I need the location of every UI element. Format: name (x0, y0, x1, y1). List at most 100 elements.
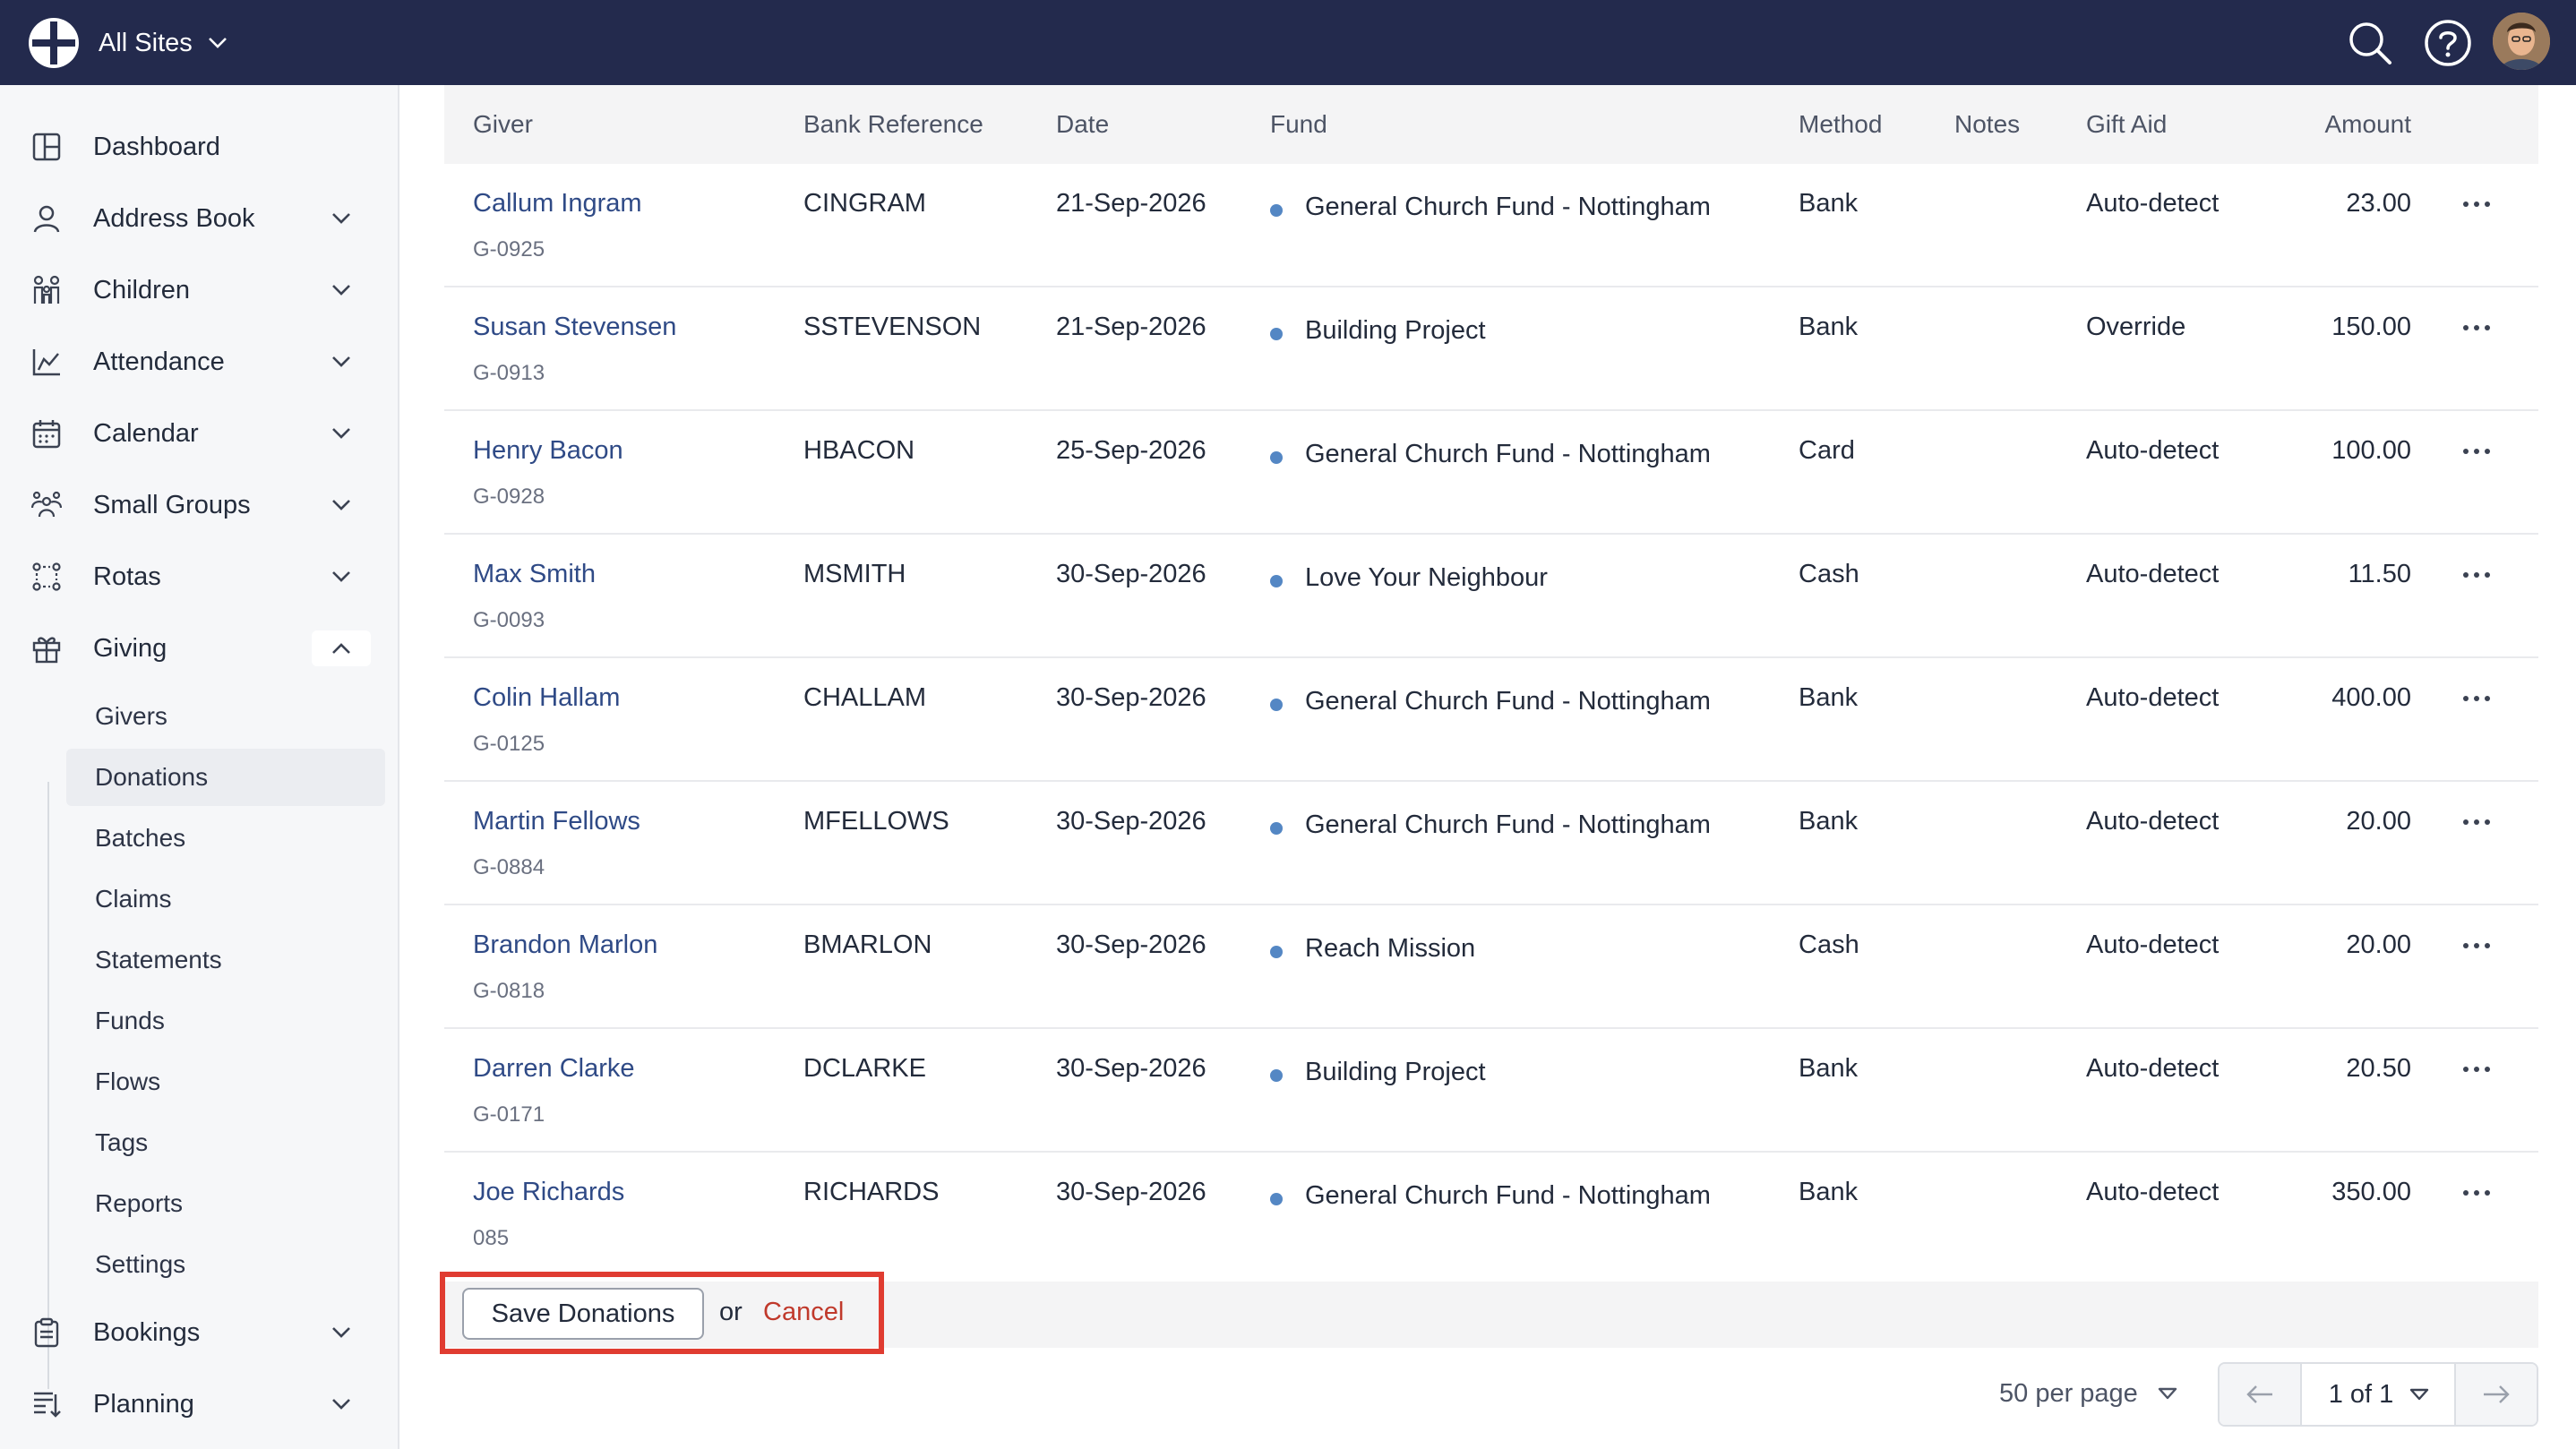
prev-page-button[interactable] (2220, 1364, 2302, 1425)
payment-method: Card (1799, 436, 1855, 465)
help-icon[interactable] (2423, 18, 2473, 68)
caret-down-icon (2410, 1388, 2429, 1401)
giver-name-link[interactable]: Colin Hallam (473, 683, 620, 713)
sidebar-item-claims[interactable]: Claims (66, 870, 385, 928)
payment-method: Bank (1799, 807, 1859, 836)
nav-planning[interactable]: Planning (0, 1373, 399, 1436)
header-amount[interactable]: Amount (2325, 85, 2412, 164)
donation-amount: 23.00 (2346, 189, 2411, 218)
site-switcher[interactable]: All Sites (99, 18, 228, 68)
header-method[interactable]: Method (1799, 85, 1882, 164)
giver-name-link[interactable]: Joe Richards (473, 1178, 624, 1207)
giver-id: 085 (473, 1226, 510, 1250)
more-options-icon[interactable] (2456, 1056, 2497, 1083)
chevron-up-icon[interactable] (312, 630, 371, 666)
submenu-guide-line (47, 782, 49, 1389)
fund-color-dot (1270, 204, 1283, 217)
giver-name-link[interactable]: Henry Bacon (473, 436, 623, 466)
chevron-down-icon[interactable] (312, 201, 371, 236)
nav-giving[interactable]: Giving (0, 617, 399, 680)
gift-aid-status: Auto-detect (2086, 560, 2220, 588)
giver-name-link[interactable]: Darren Clarke (473, 1054, 635, 1084)
more-options-icon[interactable] (2456, 809, 2497, 836)
nav-bookings[interactable]: Bookings (0, 1301, 399, 1364)
sidebar-item-statements[interactable]: Statements (66, 931, 385, 989)
header-bank-reference[interactable]: Bank Reference (803, 85, 983, 164)
header-giver[interactable]: Giver (473, 85, 533, 164)
giver-name-link[interactable]: Brandon Marlon (473, 930, 657, 960)
nav-children[interactable]: Children (0, 259, 399, 322)
logo-icon[interactable] (27, 16, 81, 70)
clipboard-icon (29, 1315, 64, 1350)
fund-color-dot (1270, 822, 1283, 835)
nav-small-groups[interactable]: Small Groups (0, 474, 399, 536)
fund-name: General Church Fund - Nottingham (1305, 1181, 1711, 1210)
donation-amount: 11.50 (2348, 560, 2411, 588)
header-fund[interactable]: Fund (1270, 85, 1327, 164)
nav-rotas[interactable]: Rotas (0, 545, 399, 608)
next-page-button[interactable] (2454, 1364, 2537, 1425)
sidebar-item-reports[interactable]: Reports (66, 1175, 385, 1232)
more-options-icon[interactable] (2456, 1179, 2497, 1206)
nav-dashboard[interactable]: Dashboard (0, 116, 399, 178)
chevron-down-icon[interactable] (312, 1386, 371, 1422)
gift-aid-status: Auto-detect (2086, 1178, 2220, 1206)
fund-name: General Church Fund - Nottingham (1305, 193, 1711, 221)
per-page-select[interactable]: 50 per page (1999, 1367, 2177, 1420)
sidebar: Dashboard Address Book Children Attendan… (0, 85, 399, 1449)
giver-name-link[interactable]: Max Smith (473, 560, 596, 589)
giver-name-link[interactable]: Susan Stevensen (473, 313, 676, 342)
sidebar-item-settings[interactable]: Settings (66, 1236, 385, 1293)
nav-label: Planning (93, 1389, 194, 1419)
bank-reference: DCLARKE (803, 1054, 926, 1083)
search-icon[interactable] (2345, 18, 2395, 68)
sidebar-item-batches[interactable]: Batches (66, 810, 385, 867)
table-row: Brandon Marlon G-0818 BMARLON 30-Sep-202… (444, 905, 2538, 1029)
more-options-icon[interactable] (2456, 314, 2497, 341)
chevron-down-icon[interactable] (312, 272, 371, 308)
sidebar-item-funds[interactable]: Funds (66, 992, 385, 1050)
more-options-icon[interactable] (2456, 438, 2497, 465)
nav-attendance[interactable]: Attendance (0, 330, 399, 393)
more-options-icon[interactable] (2456, 685, 2497, 712)
chevron-down-icon[interactable] (312, 1315, 371, 1350)
header-notes[interactable]: Notes (1954, 85, 2020, 164)
site-switcher-label: All Sites (99, 28, 193, 57)
sidebar-item-givers[interactable]: Givers (66, 688, 385, 745)
payment-method: Bank (1799, 683, 1859, 712)
table-row: Martin Fellows G-0884 MFELLOWS 30-Sep-20… (444, 782, 2538, 905)
page-indicator: 1 of 1 (2328, 1379, 2394, 1409)
donation-date: 21-Sep-2026 (1056, 189, 1206, 218)
bank-reference: MSMITH (803, 560, 906, 588)
more-options-icon[interactable] (2456, 562, 2497, 588)
nav-calendar[interactable]: Calendar (0, 402, 399, 465)
giver-name-link[interactable]: Callum Ingram (473, 189, 642, 219)
user-avatar[interactable] (2493, 13, 2550, 70)
header-date[interactable]: Date (1056, 85, 1109, 164)
header-gift-aid[interactable]: Gift Aid (2086, 85, 2167, 164)
bank-reference: RICHARDS (803, 1178, 940, 1206)
gift-aid-status: Auto-detect (2086, 683, 2220, 712)
chevron-down-icon[interactable] (312, 559, 371, 595)
arrow-left-icon (2246, 1385, 2272, 1403)
donation-amount: 20.50 (2346, 1054, 2411, 1083)
sidebar-item-donations[interactable]: Donations (66, 749, 385, 806)
chevron-down-icon[interactable] (312, 416, 371, 451)
more-options-icon[interactable] (2456, 932, 2497, 959)
sidebar-item-tags[interactable]: Tags (66, 1114, 385, 1171)
table-row: Joe Richards 085 RICHARDS 30-Sep-2026 Ge… (444, 1153, 2538, 1276)
table-row: Darren Clarke G-0171 DCLARKE 30-Sep-2026… (444, 1029, 2538, 1153)
table-row: Henry Bacon G-0928 HBACON 25-Sep-2026 Ge… (444, 411, 2538, 535)
chevron-down-icon[interactable] (312, 487, 371, 523)
donation-amount: 400.00 (2331, 683, 2411, 712)
page-select[interactable]: 1 of 1 (2300, 1364, 2458, 1425)
planning-icon (29, 1386, 64, 1422)
nav-address-book[interactable]: Address Book (0, 187, 399, 250)
giver-id: G-0925 (473, 237, 545, 262)
sidebar-item-flows[interactable]: Flows (66, 1053, 385, 1110)
giver-name-link[interactable]: Martin Fellows (473, 807, 640, 836)
bank-reference: CHALLAM (803, 683, 926, 712)
chevron-down-icon[interactable] (312, 344, 371, 380)
gift-aid-status: Auto-detect (2086, 436, 2220, 465)
more-options-icon[interactable] (2456, 191, 2497, 218)
